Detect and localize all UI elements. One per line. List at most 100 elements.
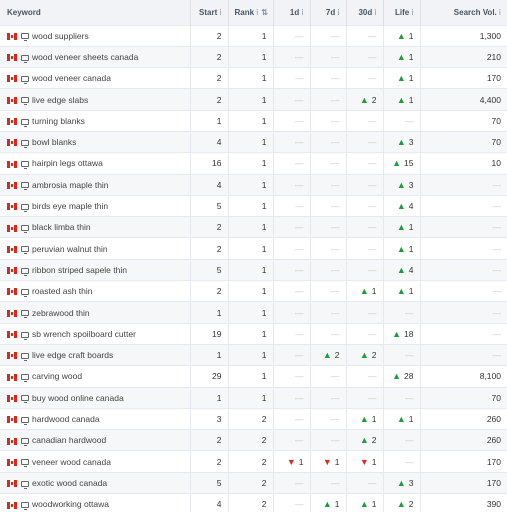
info-icon[interactable]: ⅰ [499, 8, 501, 17]
keyword-cell[interactable]: carving wood [0, 365, 191, 388]
col-header-keyword[interactable]: Keyword [0, 0, 191, 25]
table-row[interactable]: veneer wood canada 2 2 ▼ 1 ▼ 1 ▼ 1—170 [0, 450, 507, 473]
table-row[interactable]: wood suppliers 2 1 — — — ▲ 1 1,300 [0, 25, 507, 47]
table-row[interactable]: ribbon striped sapele thin 5 1 — — — ▲ 4 — [0, 259, 507, 281]
canada-flag-icon [7, 267, 17, 275]
table-row[interactable]: carving wood 29 1 — — — ▲ 28 8,100 [0, 365, 507, 388]
change-cell: — [310, 216, 347, 238]
table-row[interactable]: woodworking ottawa 4 2— ▲ 1 ▲ 1 ▲ 2 390 [0, 493, 507, 512]
desktop-monitor-icon [21, 139, 29, 148]
arrow-up-icon: ▲ [396, 413, 406, 424]
start-cell: 2 [190, 25, 229, 47]
keyword-text: canadian hardwood [32, 435, 107, 446]
rank-cell: 1 [228, 110, 274, 132]
change-cell: ▲ 1 [383, 216, 421, 238]
empty-dash: — [331, 371, 340, 382]
keyword-cell[interactable]: zebrawood thin [0, 301, 191, 324]
table-row[interactable]: turning blanks 1 1 — — — — 70 [0, 110, 507, 132]
change-cell: — [310, 25, 347, 47]
empty-dash: — [368, 137, 377, 148]
keyword-cell[interactable]: wood suppliers [0, 25, 191, 47]
change-cell: ▲ 3 [383, 472, 421, 494]
change-cell: ▲ 1 [383, 280, 421, 302]
canada-flag-icon [7, 331, 17, 339]
col-header-start[interactable]: Start ⅰ [190, 0, 229, 25]
table-row[interactable]: ambrosia maple thin 4 1 — — — ▲ 3 — [0, 174, 507, 196]
start-cell: 5 [190, 195, 229, 217]
canada-flag-icon [7, 437, 17, 445]
keyword-text: buy wood online canada [32, 392, 124, 403]
table-row[interactable]: live edge craft boards 1 1 — ▲ 2 ▲ 2 — — [0, 344, 507, 366]
table-row[interactable]: exotic wood canada 5 2 — — — ▲ 3 170 [0, 472, 507, 494]
rank-cell: 1 [228, 344, 274, 366]
search-volume-cell: — [420, 302, 507, 323]
table-row[interactable]: bowl blanks 4 1 — — — ▲ 3 70 [0, 131, 507, 153]
table-row[interactable]: black limba thin 2 1 — — — ▲ 1 — [0, 216, 507, 238]
canada-flag-icon [7, 458, 17, 466]
table-row[interactable]: birds eye maple thin 5 1 — — — ▲ 4 — [0, 195, 507, 217]
search-volume-cell: 260 [486, 435, 501, 446]
keyword-cell[interactable]: live edge slabs [0, 88, 191, 111]
col-header-search-volume[interactable]: Search Vol. ⅰ [420, 0, 507, 25]
table-row[interactable]: wood veneer sheets canada 2 1 — — — ▲ 1 210 [0, 46, 507, 68]
arrow-up-icon: ▲ [359, 286, 369, 297]
keyword-cell[interactable]: roasted ash thin [0, 280, 191, 302]
table-row[interactable]: buy wood online canada 1 1 — — — — 70 [0, 387, 507, 409]
info-icon[interactable]: ⅰ [337, 8, 339, 17]
col-header-1d[interactable]: 1d ⅰ [273, 0, 311, 25]
arrow-up-icon: ▲ [396, 499, 406, 510]
keyword-cell[interactable]: canadian hardwood [0, 429, 191, 451]
keyword-cell[interactable]: veneer wood canada [0, 450, 191, 473]
info-icon[interactable]: ⅰ [374, 8, 376, 17]
arrow-up-icon: ▲ [396, 264, 406, 275]
change-cell: ▲ 2 [346, 88, 384, 111]
info-icon[interactable]: ⅰ [301, 8, 303, 17]
table-row[interactable]: zebrawood thin 1 1 — — — — — [0, 301, 507, 324]
keyword-cell[interactable]: ribbon striped sapele thin [0, 259, 191, 281]
col-header-30d[interactable]: 30d ⅰ [346, 0, 384, 25]
keyword-cell[interactable]: ambrosia maple thin [0, 174, 191, 196]
col-header-7d[interactable]: 7d ⅰ [310, 0, 347, 25]
keyword-cell[interactable]: peruvian walnut thin [0, 237, 191, 260]
desktop-monitor-icon [21, 374, 29, 383]
canada-flag-icon [7, 118, 17, 126]
info-icon[interactable]: ⅰ [256, 8, 258, 17]
empty-dash: — [368, 222, 377, 233]
table-row[interactable]: roasted ash thin 2 1 — — ▲ 1 ▲ 1 — [0, 280, 507, 302]
change-cell: — [273, 323, 311, 345]
start-cell: 2 [190, 46, 229, 68]
keyword-cell[interactable]: live edge craft boards [0, 344, 191, 366]
table-row[interactable]: live edge slabs 2 1 — — ▲ 2 ▲ 1 4,400 [0, 88, 507, 111]
col-header-rank[interactable]: Rank ⅰ ⇅ [228, 0, 274, 25]
keyword-cell[interactable]: exotic wood canada [0, 472, 191, 494]
empty-dash: — [331, 392, 340, 403]
keyword-cell[interactable]: hairpin legs ottawa [0, 152, 191, 175]
keyword-cell[interactable]: wood veneer canada [0, 67, 191, 89]
search-volume-cell: — [420, 195, 507, 216]
keyword-cell[interactable]: woodworking ottawa [0, 493, 191, 512]
keyword-cell[interactable]: bowl blanks [0, 131, 191, 153]
sort-icon[interactable]: ⇅ [261, 8, 268, 17]
empty-dash: — [331, 115, 340, 126]
info-icon[interactable]: ⅰ [411, 8, 413, 17]
table-row[interactable]: wood veneer canada 2 1 — — — ▲ 1 170 [0, 67, 507, 89]
table-row[interactable]: hardwood canada 3 2 — — ▲ 1 ▲ 1 260 [0, 408, 507, 430]
table-row[interactable]: canadian hardwood 2 2 — — ▲ 2 — 260 [0, 429, 507, 451]
table-row[interactable]: peruvian walnut thin 2 1 — — — ▲ 1 — [0, 237, 507, 260]
keyword-cell[interactable]: turning blanks [0, 110, 191, 132]
keyword-cell[interactable]: sb wrench spoilboard cutter [0, 323, 191, 345]
table-row[interactable]: hairpin legs ottawa 16 1 — — — ▲ 15 10 [0, 152, 507, 175]
keyword-cell[interactable]: birds eye maple thin [0, 195, 191, 217]
canada-flag-icon [7, 309, 17, 317]
info-icon[interactable]: ⅰ [219, 8, 221, 17]
col-header-life[interactable]: Life ⅰ [383, 0, 421, 25]
desktop-monitor-icon [21, 310, 29, 319]
rank-cell: 2 [228, 450, 274, 473]
keyword-cell[interactable]: hardwood canada [0, 408, 191, 430]
keyword-cell[interactable]: buy wood online canada [0, 387, 191, 409]
keyword-cell[interactable]: black limba thin [0, 216, 191, 238]
change-cell: — [273, 110, 311, 132]
canada-flag-icon [7, 32, 17, 40]
keyword-cell[interactable]: wood veneer sheets canada [0, 46, 191, 68]
table-row[interactable]: sb wrench spoilboard cutter 19 1 — — — ▲ 18 — [0, 323, 507, 345]
